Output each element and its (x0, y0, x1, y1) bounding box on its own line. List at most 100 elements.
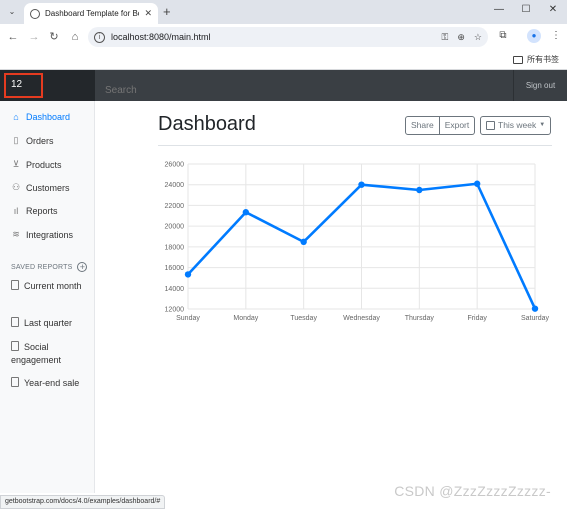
site-info-icon[interactable]: i (94, 31, 105, 43)
x-tick-label: Friday (467, 315, 487, 322)
sidebar-item-label: Orders (26, 135, 54, 146)
minimize-icon[interactable]: — (492, 4, 506, 15)
y-tick-label: 22000 (165, 203, 185, 210)
report-item-year-end-sale[interactable]: Year-end sale (11, 377, 91, 390)
bookmarks-bar: 所有书签 (0, 50, 567, 70)
data-point (416, 186, 423, 194)
key-icon[interactable]: ⚿ (442, 32, 449, 43)
document-icon (11, 341, 19, 351)
data-point (184, 271, 192, 278)
back-icon[interactable]: ← (6, 30, 20, 44)
document-icon (11, 377, 19, 387)
saved-reports-label: SAVED REPORTS (11, 263, 73, 271)
folder-icon (513, 55, 523, 64)
extensions-icon[interactable]: ⧉ (496, 30, 510, 41)
data-point (300, 238, 307, 246)
browser-tab-strip: ⌄ Dashboard Template for Boo ✕ + — ☐ ✕ (0, 0, 567, 24)
y-tick-label: 16000 (165, 265, 185, 272)
sidebar-item-customers[interactable]: ⚇ Customers (11, 182, 70, 193)
zoom-icon[interactable]: ⊕ (457, 32, 465, 43)
star-icon[interactable]: ☆ (474, 32, 482, 43)
export-button[interactable]: Export (439, 116, 476, 135)
report-item-social-engagement[interactable]: Social engagement (11, 341, 91, 367)
bookmarks-folder-label: 所有书签 (527, 55, 559, 64)
report-item-label: Current month (24, 281, 82, 291)
y-tick-label: 26000 (165, 162, 185, 169)
navbar-brand[interactable]: 12 (0, 70, 95, 101)
top-navbar: 12 Sign out (0, 70, 567, 101)
report-item-label: Last quarter (24, 318, 73, 328)
reload-icon[interactable]: ↻ (47, 30, 61, 44)
sidebar: ⌂ Dashboard ▯ Orders ⊻ Products ⚇ Custom… (0, 101, 95, 493)
sidebar-item-label: Products (26, 159, 62, 170)
close-window-icon[interactable]: ✕ (546, 4, 560, 15)
url-text: localhost:8080/main.html (111, 32, 211, 42)
saved-reports-heading: SAVED REPORTS + (11, 262, 88, 272)
browser-toolbar: ← → ↻ ⌂ i localhost:8080/main.html ⚿ ⊕ ☆… (0, 24, 567, 50)
tab-close-icon[interactable]: ✕ (144, 8, 152, 19)
data-point (242, 209, 250, 216)
sidebar-item-dashboard[interactable]: ⌂ Dashboard (11, 112, 70, 122)
y-tick-label: 14000 (165, 286, 185, 293)
watermark: CSDN @ZzzZzzzZzzzz- (394, 483, 551, 499)
all-bookmarks-folder[interactable]: 所有书签 (513, 54, 559, 65)
users-icon: ⚇ (11, 182, 21, 192)
x-tick-label: Thursday (405, 315, 435, 322)
calendar-icon (486, 121, 495, 130)
maximize-icon[interactable]: ☐ (519, 4, 533, 15)
y-tick-label: 18000 (165, 244, 185, 251)
forward-icon[interactable]: → (27, 30, 41, 44)
browser-tab[interactable]: Dashboard Template for Boo ✕ (24, 3, 158, 24)
address-bar[interactable]: i localhost:8080/main.html ⚿ ⊕ ☆ (88, 27, 488, 47)
sidebar-item-label: Integrations (26, 229, 74, 240)
share-button[interactable]: Share (405, 116, 440, 135)
sidebar-item-integrations[interactable]: ≋ Integrations (11, 229, 73, 240)
report-item-label: Year-end sale (24, 378, 80, 388)
brand-text: 12 (4, 73, 43, 98)
data-point (531, 305, 539, 312)
y-tick-label: 12000 (165, 307, 185, 314)
tab-search-icon[interactable]: ⌄ (6, 6, 18, 18)
line-chart: 12000 14000 16000 18000 20000 22000 24000 26000… (165, 162, 550, 323)
y-tick-label: 24000 (165, 182, 185, 189)
profile-avatar[interactable]: ● (527, 29, 541, 43)
add-report-icon[interactable]: + (77, 262, 88, 272)
sidebar-item-label: Dashboard (26, 112, 71, 122)
x-tick-label: Monday (233, 315, 258, 322)
new-tab-button[interactable]: + (163, 5, 171, 19)
search-input[interactable] (95, 70, 513, 101)
caret-down-icon: ▼ (539, 122, 546, 128)
x-tick-label: Wednesday (343, 315, 380, 322)
document-icon (11, 317, 19, 327)
layers-icon: ≋ (12, 229, 20, 239)
file-icon: ▯ (13, 135, 19, 145)
more-menu-icon[interactable]: ⋮ (549, 30, 563, 41)
page-title: Dashboard (158, 113, 256, 135)
data-point (358, 181, 365, 188)
cart-icon: ⊻ (12, 159, 20, 169)
status-bar-url: getbootstrap.com/docs/4.0/examples/dashb… (0, 495, 166, 509)
x-tick-label: Sunday (176, 315, 200, 322)
tab-title: Dashboard Template for Boo (45, 9, 140, 18)
this-week-label: This week (498, 120, 537, 130)
share-export-group: Share Export (405, 116, 476, 135)
home-button-icon[interactable]: ⌂ (68, 30, 82, 44)
sidebar-item-reports[interactable]: ıl Reports (11, 206, 58, 216)
sign-out-link[interactable]: Sign out (513, 70, 567, 101)
sidebar-item-products[interactable]: ⊻ Products (11, 159, 62, 170)
bar-chart-icon: ıl (13, 206, 19, 216)
data-point (473, 180, 481, 187)
x-tick-label: Saturday (521, 315, 550, 322)
report-item-last-quarter[interactable]: Last quarter (11, 317, 91, 330)
sidebar-item-label: Reports (26, 206, 58, 216)
document-icon (11, 280, 19, 290)
sidebar-item-orders[interactable]: ▯ Orders (11, 135, 54, 146)
sidebar-item-label: Customers (26, 182, 70, 193)
home-icon: ⌂ (13, 112, 19, 122)
y-tick-label: 20000 (165, 224, 185, 231)
header-divider (158, 145, 552, 146)
this-week-dropdown[interactable]: This week ▼ (480, 116, 552, 135)
globe-icon (30, 8, 40, 19)
report-item-current-month[interactable]: Current month (11, 280, 91, 293)
x-tick-label: Tuesday (290, 315, 317, 322)
